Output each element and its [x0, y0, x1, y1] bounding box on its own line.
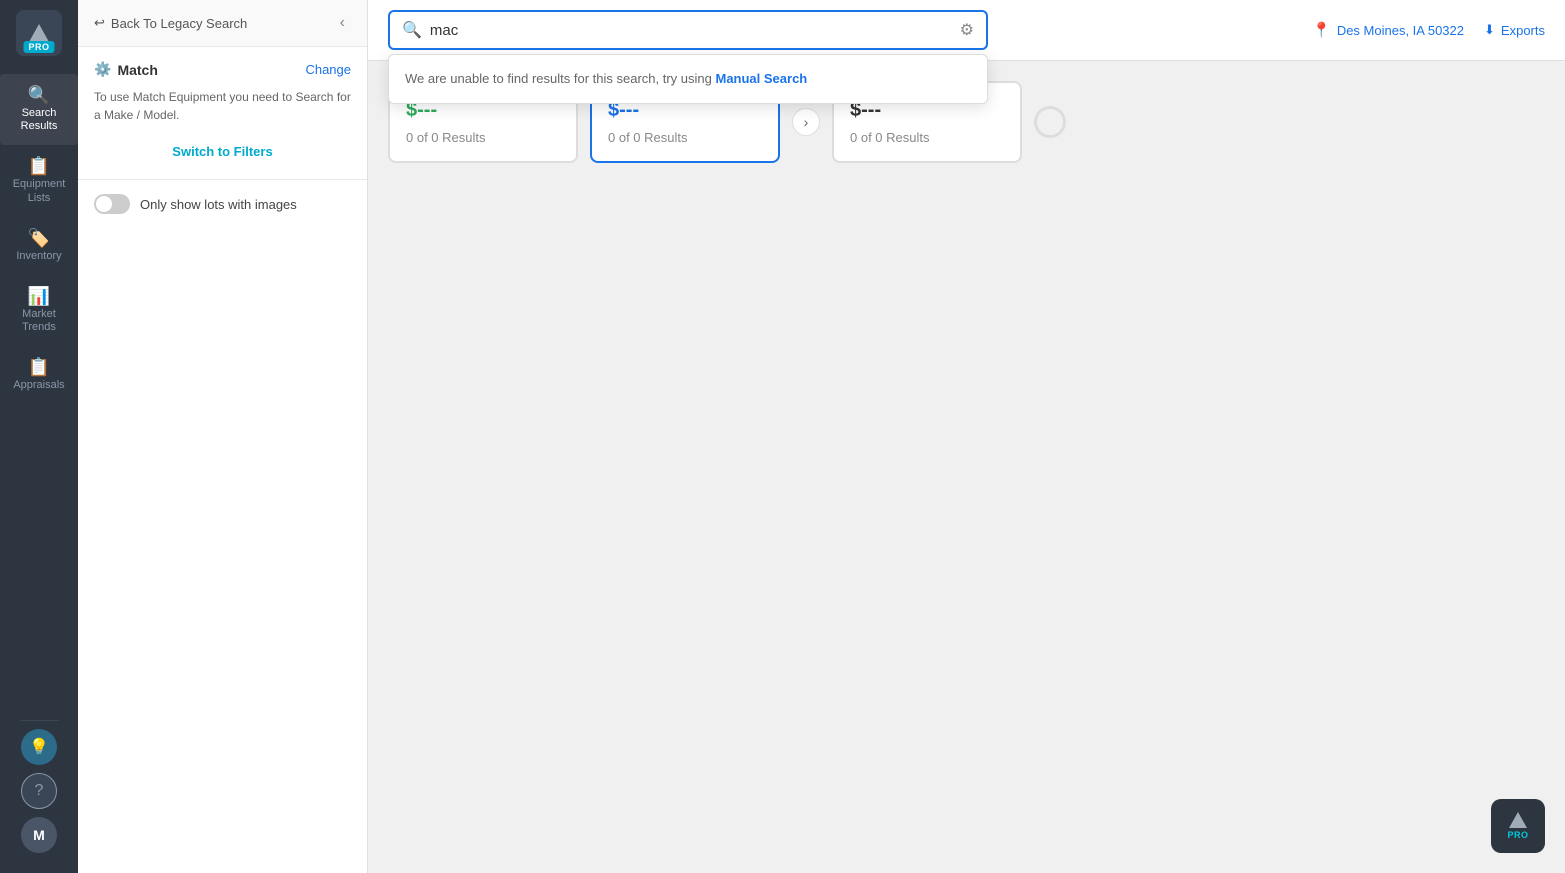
- match-label: ⚙️ Match: [94, 61, 158, 78]
- sidebar-item-label-search: Search Results: [21, 107, 58, 133]
- bottom-right-pro-button[interactable]: PRO: [1491, 799, 1545, 853]
- result-count-3: 0 of 0 Results: [850, 130, 1004, 145]
- pro-badge: PRO: [23, 41, 54, 53]
- exports-label: Exports: [1501, 23, 1545, 38]
- logo-triangle-icon: [29, 24, 49, 42]
- match-text: Match: [117, 62, 157, 78]
- back-btn-label: Back To Legacy Search: [111, 16, 247, 31]
- search-icon: 🔍: [28, 86, 50, 104]
- change-link[interactable]: Change: [305, 62, 351, 77]
- lightbulb-button[interactable]: 💡: [21, 729, 57, 765]
- appraisals-icon: 📋: [28, 358, 50, 376]
- toggle-label: Only show lots with images: [140, 197, 297, 212]
- sidebar-divider: [20, 720, 59, 721]
- bottom-logo-triangle-icon: [1509, 812, 1527, 828]
- match-description: To use Match Equipment you need to Searc…: [94, 88, 351, 124]
- switch-to-filters-button[interactable]: Switch to Filters: [94, 138, 351, 165]
- sidebar-item-market-trends[interactable]: 📊 Market Trends: [0, 275, 78, 346]
- collapse-panel-button[interactable]: ‹: [334, 12, 351, 34]
- panel-header: ↩ Back To Legacy Search ‹: [78, 0, 367, 47]
- match-section: ⚙️ Match Change To use Match Equipment y…: [78, 47, 367, 180]
- result-count-2: 0 of 0 Results: [608, 130, 762, 145]
- location-icon: 📍: [1312, 21, 1331, 39]
- search-wrapper: 🔍 ⚙ We are unable to find results for th…: [388, 10, 988, 50]
- download-icon: ⬇: [1484, 22, 1495, 38]
- sidebar-item-inventory[interactable]: 🏷️ Inventory: [0, 217, 78, 275]
- inventory-icon: 🏷️: [28, 229, 50, 247]
- search-icon: 🔍: [402, 20, 422, 40]
- sidebar-item-search-results[interactable]: 🔍 Search Results: [0, 74, 78, 145]
- sidebar-bottom: 💡 ? M: [21, 729, 57, 853]
- next-card-button[interactable]: ›: [792, 108, 820, 136]
- app-logo[interactable]: PRO: [16, 10, 62, 56]
- sidebar-item-equipment-lists[interactable]: 📋 Equipment Lists: [0, 145, 78, 216]
- filter-icon-button[interactable]: ⚙: [960, 20, 974, 40]
- search-dropdown: We are unable to find results for this s…: [388, 54, 988, 104]
- sidebar-item-label-market: Market Trends: [22, 308, 56, 334]
- dropdown-message: We are unable to find results for this s…: [405, 71, 807, 86]
- match-row: ⚙️ Match Change: [94, 61, 351, 78]
- equipment-list-icon: 📋: [28, 157, 50, 175]
- sidebar-item-label-appraisals: Appraisals: [13, 379, 64, 392]
- left-panel: ↩ Back To Legacy Search ‹ ⚙️ Match Chang…: [78, 0, 368, 873]
- location-button[interactable]: 📍 Des Moines, IA 50322: [1312, 21, 1464, 39]
- exports-button[interactable]: ⬇ Exports: [1484, 22, 1545, 38]
- main-content: 🔍 ⚙ We are unable to find results for th…: [368, 0, 1565, 873]
- loading-spinner: [1034, 106, 1066, 138]
- market-trends-icon: 📊: [28, 287, 50, 305]
- back-arrow-icon: ↩: [94, 15, 105, 31]
- result-count-1: 0 of 0 Results: [406, 130, 560, 145]
- header-right: 📍 Des Moines, IA 50322 ⬇ Exports: [1312, 21, 1545, 39]
- help-button[interactable]: ?: [21, 773, 57, 809]
- search-input[interactable]: [430, 22, 952, 39]
- sidebar-item-label-equipment: Equipment Lists: [13, 178, 66, 204]
- sidebar-item-appraisals[interactable]: 📋 Appraisals: [0, 346, 78, 404]
- toggle-row: Only show lots with images: [78, 180, 367, 228]
- manual-search-link[interactable]: Manual Search: [715, 71, 807, 86]
- sidebar: PRO 🔍 Search Results 📋 Equipment Lists 🏷…: [0, 0, 78, 873]
- location-label: Des Moines, IA 50322: [1337, 23, 1464, 38]
- results-area: $--- 0 of 0 Results $--- 0 of 0 Results …: [368, 61, 1565, 873]
- search-box: 🔍 ⚙: [388, 10, 988, 50]
- back-to-legacy-search-button[interactable]: ↩ Back To Legacy Search: [94, 15, 247, 31]
- bottom-pro-label: PRO: [1507, 830, 1528, 840]
- main-header: 🔍 ⚙ We are unable to find results for th…: [368, 0, 1565, 61]
- images-toggle[interactable]: [94, 194, 130, 214]
- sliders-icon: ⚙️: [94, 61, 111, 78]
- sidebar-item-label-inventory: Inventory: [16, 250, 61, 263]
- sidebar-nav: 🔍 Search Results 📋 Equipment Lists 🏷️ In…: [0, 74, 78, 712]
- user-avatar-button[interactable]: M: [21, 817, 57, 853]
